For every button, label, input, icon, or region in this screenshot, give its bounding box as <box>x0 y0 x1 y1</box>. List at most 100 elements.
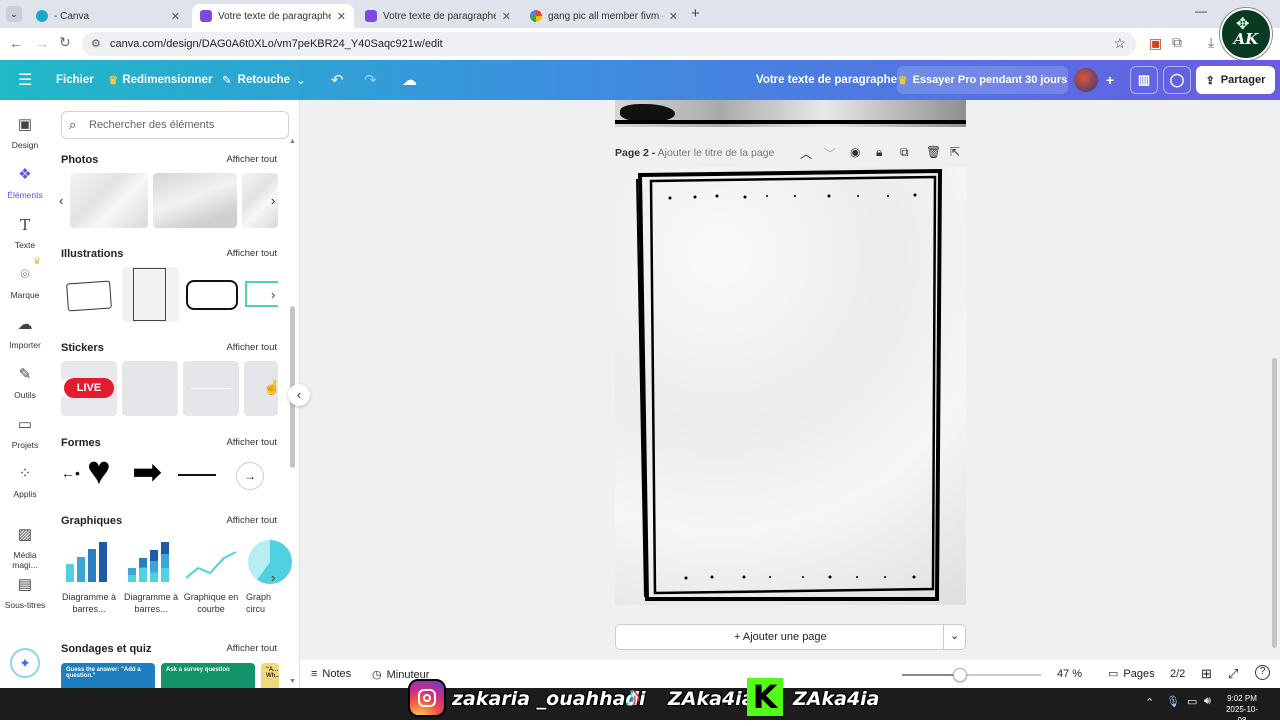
reload-icon[interactable]: ↻ <box>59 34 71 51</box>
chevron-up-icon[interactable]: ︿ <box>800 145 812 162</box>
rail-item-brand[interactable]: ⌾ Marque ♛ <box>0 256 50 300</box>
see-all-polls-link[interactable]: Afficher tout <box>226 643 277 654</box>
browser-tab-canva[interactable]: - Canva ✕ <box>28 4 188 28</box>
arrow-shape[interactable]: ➡ <box>132 453 162 491</box>
see-all-photos-link[interactable]: Afficher tout <box>226 154 277 165</box>
close-tab-icon[interactable]: ✕ <box>337 10 346 23</box>
profile-avatar[interactable]: AK ✥ <box>1220 8 1272 60</box>
redo-icon[interactable]: ↷ <box>364 60 377 100</box>
hand-drawn-frame[interactable] <box>615 167 966 605</box>
zoom-slider[interactable] <box>902 668 1041 682</box>
see-all-stickers-link[interactable]: Afficher tout <box>226 342 277 353</box>
extensions-puzzle-icon[interactable]: ⧉ <box>1172 34 1182 51</box>
heart-shape[interactable]: ♥ <box>87 451 111 491</box>
zoom-level[interactable]: 47 % <box>1057 668 1082 680</box>
back-icon[interactable]: ← <box>9 35 23 51</box>
tray-volume-icon[interactable]: 🔊︎ <box>1204 695 1211 708</box>
illustration-frame-thumbnail[interactable] <box>183 267 240 322</box>
stacked-bar-chart-thumbnail[interactable] <box>126 540 176 582</box>
url-field[interactable]: ⚙ canva.com/design/DAG0A6t0XLo/vm7peKBR2… <box>82 32 1136 56</box>
menu-icon[interactable]: ☰ <box>18 60 32 100</box>
scroll-down-icon[interactable]: ▼ <box>289 678 296 685</box>
tray-mic-icon[interactable]: 🎙︎ <box>1166 695 1180 708</box>
photo-thumbnail[interactable] <box>153 173 237 228</box>
share-button[interactable]: ⇪ Partager <box>1196 66 1275 94</box>
pages-button[interactable]: ▭ Pages <box>1108 667 1155 680</box>
chevron-right-icon[interactable]: › <box>271 287 275 302</box>
collapse-panel-button[interactable]: ‹ <box>288 384 310 406</box>
zoom-slider-handle[interactable] <box>953 668 968 682</box>
poll-template[interactable]: "A... Wh... <box>261 663 279 688</box>
illustration-frame-thumbnail[interactable] <box>61 267 118 322</box>
try-pro-button[interactable]: ♛ Essayer Pro pendant 30 jours <box>897 66 1068 94</box>
download-icon[interactable]: ⤓ <box>1208 34 1214 51</box>
delete-icon[interactable]: 🗑︎ <box>926 145 941 159</box>
page-2[interactable] <box>615 167 966 605</box>
minimize-icon[interactable]: — <box>1195 4 1207 18</box>
insights-button[interactable]: ▥ <box>1130 66 1158 94</box>
file-menu-button[interactable]: Fichier <box>56 60 94 100</box>
see-all-graphics-link[interactable]: Afficher tout <box>226 515 277 526</box>
chevron-down-icon[interactable]: ﹀ <box>824 145 836 162</box>
next-shapes-button[interactable]: → <box>236 462 264 490</box>
previous-page-preview[interactable] <box>615 100 966 127</box>
cloud-saved-icon[interactable]: ☁ <box>402 60 417 100</box>
poll-template[interactable]: Ask a survey question <box>161 663 255 688</box>
line-chart-thumbnail[interactable] <box>184 546 238 582</box>
rail-item-projects[interactable]: ▭ Projets <box>0 416 50 450</box>
page-title-input[interactable]: Ajouter le titre de la page <box>658 147 775 159</box>
clock[interactable]: 9:02 PM 2025-10-08 <box>1222 693 1262 726</box>
magic-assistant-button[interactable]: ✦ <box>10 648 40 678</box>
rail-item-magic-media[interactable]: ▨ Média magi... <box>0 526 50 570</box>
notes-button[interactable]: ≡ Notes <box>311 668 351 680</box>
rail-item-apps[interactable]: ⁘ Applis <box>0 465 50 499</box>
add-page-icon[interactable]: ⇱ <box>950 145 960 159</box>
hide-page-icon[interactable]: ◉ <box>850 145 860 159</box>
site-info-icon[interactable]: ⚙ <box>91 37 101 50</box>
add-collaborator-button[interactable]: + <box>1100 66 1120 94</box>
browser-tab[interactable]: Votre texte de paragraphe - Pu ✕ <box>357 4 519 28</box>
help-icon[interactable]: ? <box>1255 665 1270 680</box>
tab-search-button[interactable]: ⌄ <box>6 6 22 22</box>
live-sticker[interactable]: LIVE <box>61 361 117 416</box>
close-tab-icon[interactable]: ✕ <box>502 10 511 23</box>
add-page-button[interactable]: + Ajouter une page ⌄ <box>615 624 966 650</box>
browser-tab[interactable]: gang pic all member fivm - Re ✕ <box>522 4 686 28</box>
retouch-button[interactable]: ✎ Retouche ⌄ <box>222 60 306 100</box>
sticker-thumbnail[interactable] <box>122 361 178 416</box>
poll-template[interactable]: Guess the answer: "Add a question." <box>61 663 155 688</box>
elements-search-input[interactable]: ⌕ Rechercher des éléments <box>61 111 289 139</box>
tray-network-icon[interactable]: ▭ <box>1187 695 1197 708</box>
bookmark-star-icon[interactable]: ☆ <box>1113 35 1126 52</box>
fullscreen-icon[interactable]: ⤢ <box>1228 666 1238 682</box>
tray-chevron-icon[interactable]: ⌃ <box>1145 696 1154 709</box>
bar-chart-thumbnail[interactable] <box>64 540 114 582</box>
canvas-scrollbar[interactable] <box>1272 358 1277 648</box>
close-tab-icon[interactable]: ✕ <box>669 10 678 23</box>
scroll-up-icon[interactable]: ▲ <box>289 138 296 145</box>
photo-thumbnail[interactable] <box>70 173 148 228</box>
chevron-down-icon[interactable]: ⌄ <box>950 629 959 642</box>
forward-icon[interactable]: → <box>35 35 49 51</box>
user-avatar[interactable] <box>1074 68 1098 92</box>
line-arrow-shape[interactable]: ←• <box>61 465 80 481</box>
rail-item-tools[interactable]: ✎ Outils <box>0 366 50 400</box>
line-shape[interactable] <box>178 474 216 476</box>
chevron-right-icon[interactable]: › <box>271 193 275 208</box>
see-all-illustrations-link[interactable]: Afficher tout <box>226 248 277 259</box>
rail-item-text[interactable]: T Texte <box>0 216 50 250</box>
grid-view-icon[interactable]: ⊞ <box>1201 666 1212 682</box>
sticker-thumbnail[interactable] <box>183 361 239 416</box>
undo-icon[interactable]: ↶ <box>331 60 344 100</box>
comments-button[interactable]: ◯ <box>1163 66 1191 94</box>
extension-icon[interactable]: ▣ <box>1149 35 1162 52</box>
browser-tab-active[interactable]: Votre texte de paragraphe - Pu ✕ <box>192 4 354 28</box>
chevron-left-icon[interactable]: ‹ <box>59 193 63 208</box>
lock-icon[interactable]: 🔒︎ <box>876 145 882 160</box>
rail-item-upload[interactable]: ☁ Importer <box>0 316 50 350</box>
see-all-shapes-link[interactable]: Afficher tout <box>226 437 277 448</box>
duplicate-icon[interactable]: ⧉ <box>900 145 909 160</box>
rail-item-captions[interactable]: ▤ Sous-titres <box>0 576 50 610</box>
rail-item-elements[interactable]: ❖ Éléments <box>0 166 50 200</box>
illustration-frame-thumbnail[interactable] <box>122 267 179 322</box>
